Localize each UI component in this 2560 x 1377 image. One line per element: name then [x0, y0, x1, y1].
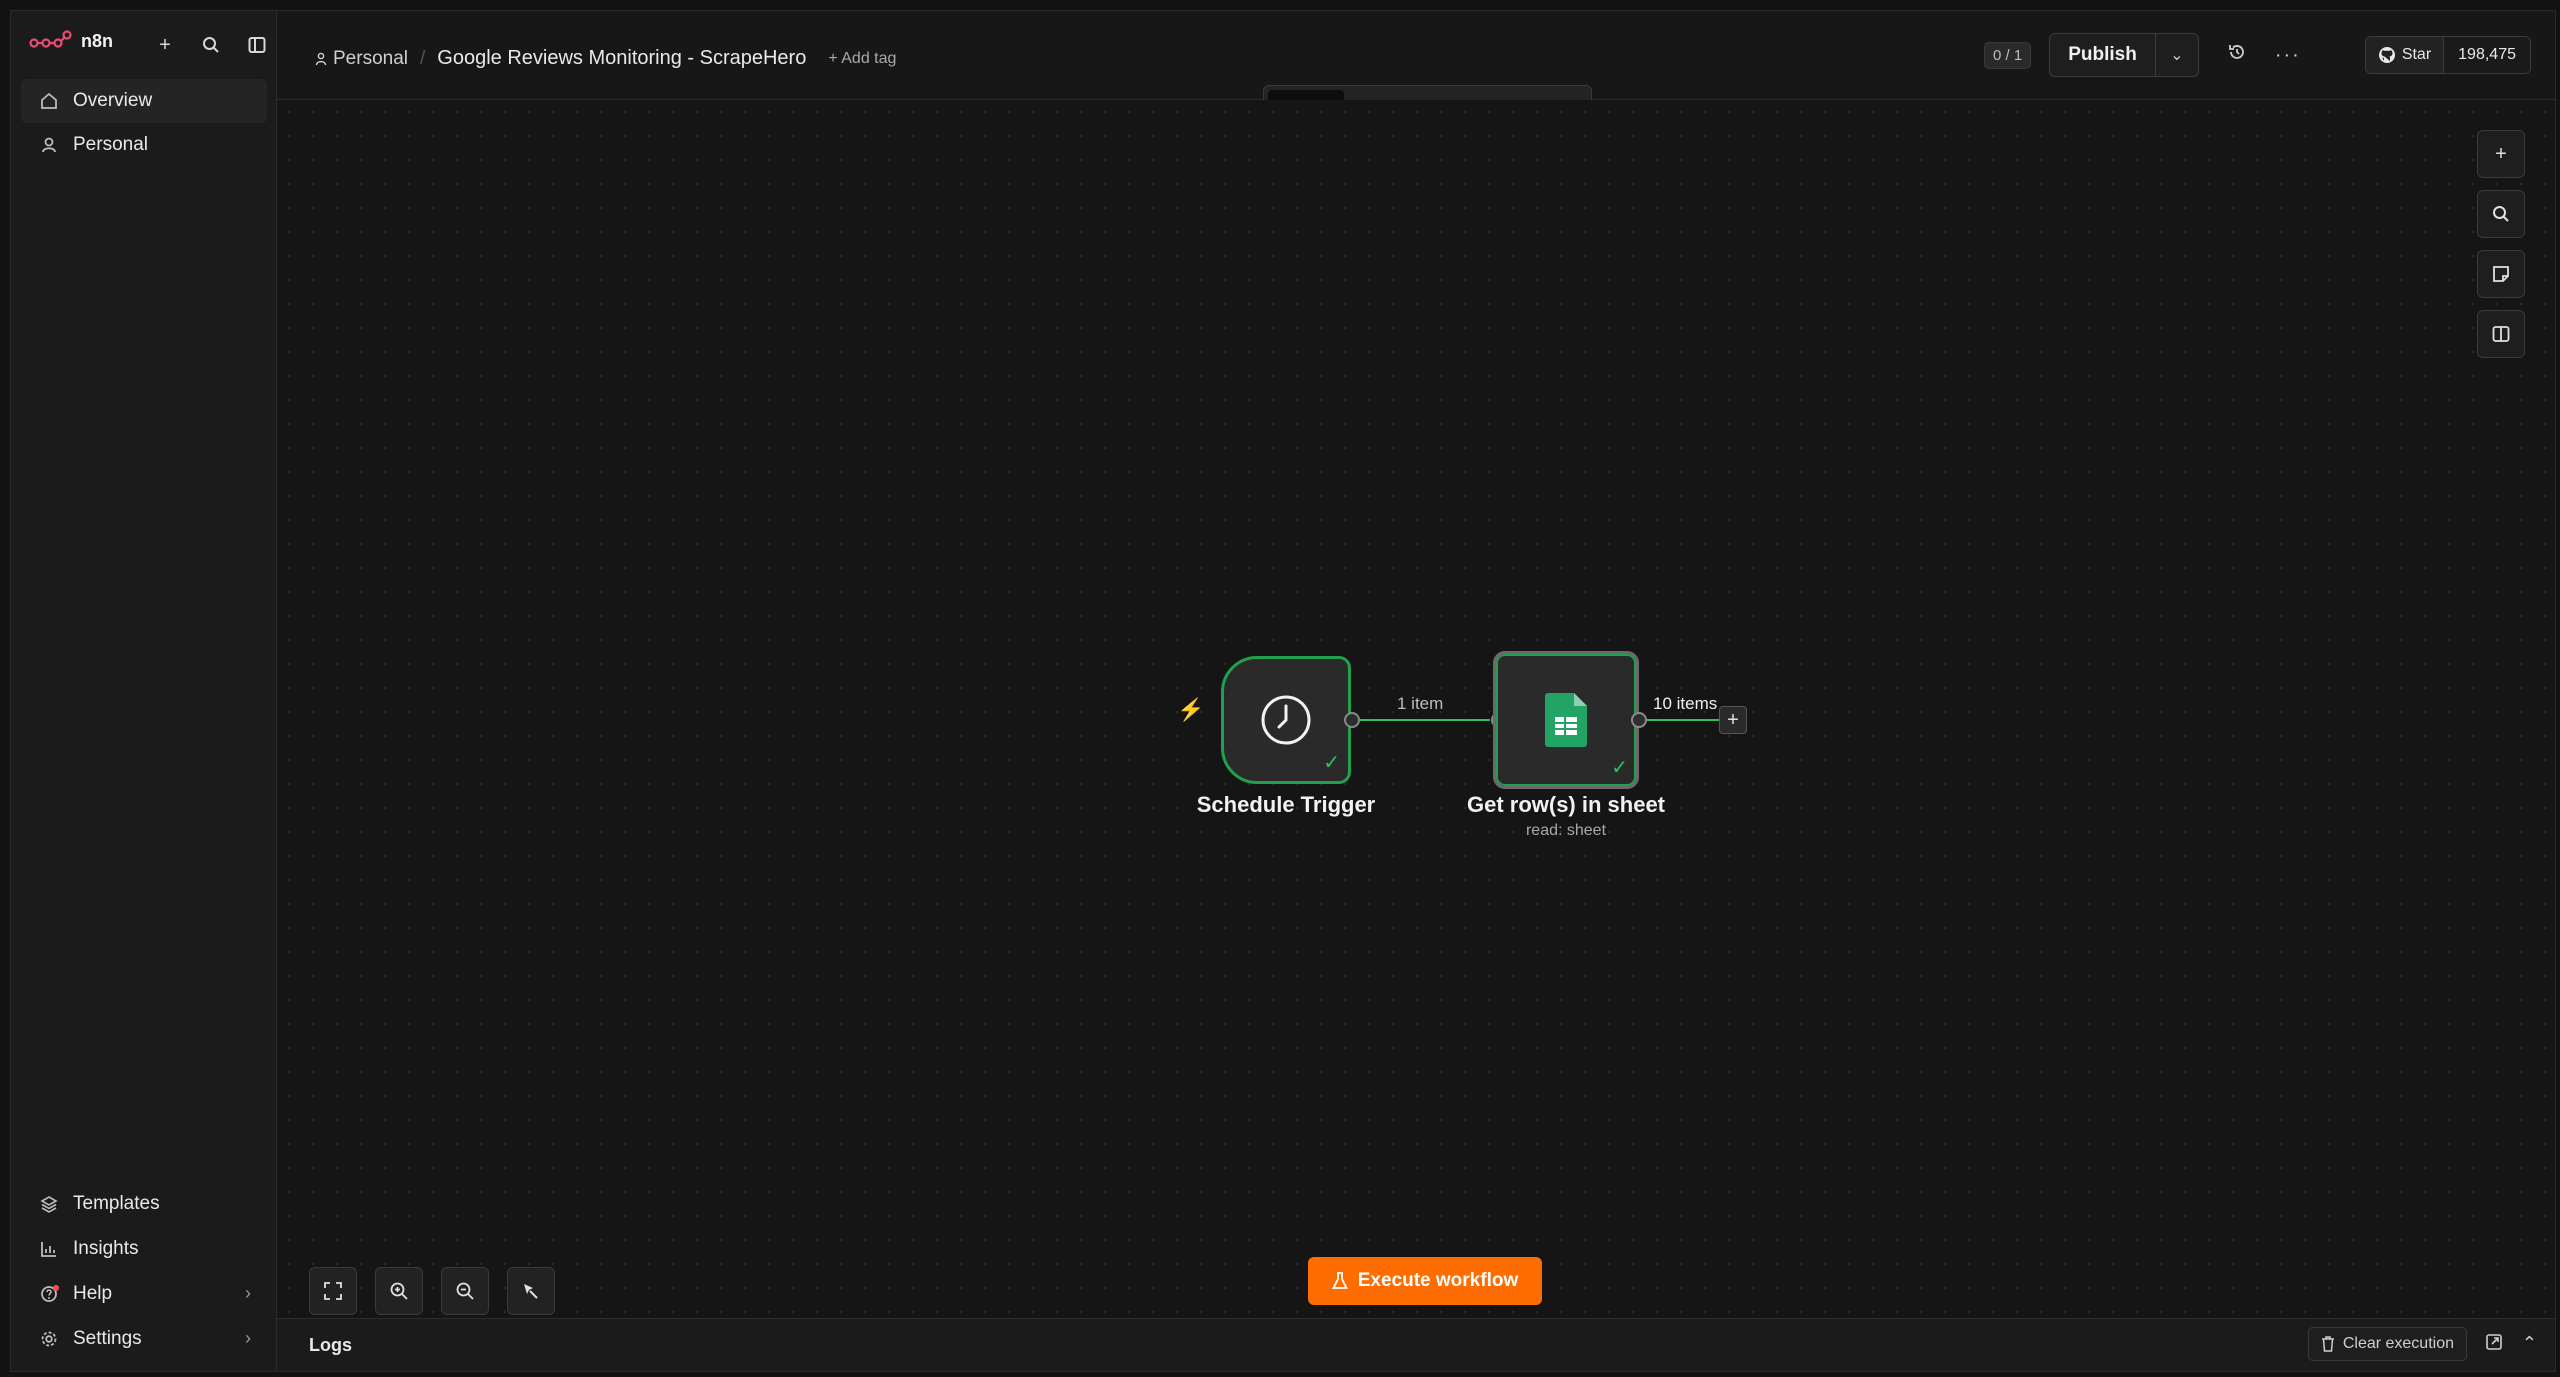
get-rows-sheet-node[interactable]: ✓ — [1493, 651, 1639, 789]
nav-help-label: Help — [73, 1282, 113, 1304]
star-label: Star — [2401, 46, 2432, 63]
notification-dot — [53, 1284, 59, 1291]
google-sheets-icon — [1545, 693, 1587, 747]
nav-templates[interactable]: Templates — [21, 1181, 267, 1226]
version-counter: 0 / 1 — [1984, 41, 2032, 69]
search-icon[interactable] — [199, 33, 223, 57]
clear-execution-label: Clear execution — [2342, 1335, 2454, 1352]
breadcrumb: Personal / Google Reviews Monitoring - S… — [315, 47, 896, 70]
search-icon[interactable] — [2477, 190, 2525, 238]
logs-title: Logs — [309, 1335, 352, 1355]
app-window: n8n + Overview Personal Templates Insigh… — [10, 10, 2556, 1372]
schedule-trigger-node[interactable]: ✓ — [1221, 656, 1351, 784]
publish-button[interactable]: Publish — [2050, 34, 2155, 76]
connection-line[interactable] — [1647, 719, 1719, 721]
tidy-up-icon[interactable] — [507, 1267, 555, 1315]
success-check-icon: ✓ — [1611, 757, 1628, 779]
get-rows-sublabel: read: sheet — [1525, 822, 1607, 839]
github-icon — [2378, 47, 2395, 63]
history-icon[interactable] — [2227, 42, 2247, 68]
user-icon — [39, 135, 59, 155]
project-crumb[interactable]: Personal — [315, 48, 408, 70]
schedule-trigger-label: Schedule Trigger — [1196, 792, 1376, 817]
add-node-icon[interactable]: + — [2477, 130, 2525, 178]
workflow-title[interactable]: Google Reviews Monitoring - ScrapeHero — [437, 47, 806, 70]
logo[interactable]: n8n — [29, 29, 113, 53]
add-next-node-icon[interactable]: + — [1719, 706, 1747, 734]
clock-icon — [1261, 695, 1311, 745]
nav-overview[interactable]: Overview — [21, 79, 267, 123]
user-icon — [315, 52, 327, 65]
main-nav: Overview Personal — [21, 79, 267, 167]
insights-icon — [39, 1239, 59, 1259]
nav-help[interactable]: Help › — [21, 1271, 267, 1316]
execute-workflow-button[interactable]: Execute workflow — [1308, 1257, 1542, 1305]
github-star-button[interactable]: Star 198,475 — [2364, 36, 2531, 74]
chevron-right-icon: › — [245, 1283, 251, 1303]
project-name: Personal — [333, 47, 408, 69]
nav-overview-label: Overview — [73, 90, 153, 111]
canvas-zoom-toolbar — [309, 1267, 555, 1315]
app-name: n8n — [81, 30, 114, 51]
nav-personal-label: Personal — [73, 134, 148, 155]
logs-panel-bar[interactable]: Logs Clear execution ⌃ — [277, 1318, 2555, 1371]
fit-view-icon[interactable] — [309, 1267, 357, 1315]
canvas-right-toolbar: + — [2477, 130, 2525, 358]
chevron-up-icon[interactable]: ⌃ — [2522, 1333, 2537, 1354]
nav-settings-label: Settings — [73, 1327, 142, 1349]
output-handle[interactable] — [1631, 712, 1647, 728]
sticky-note-icon[interactable] — [2477, 250, 2525, 298]
templates-icon — [39, 1194, 59, 1214]
nav-settings[interactable]: Settings › — [21, 1316, 267, 1361]
zoom-out-icon[interactable] — [441, 1267, 489, 1315]
n8n-logo-icon — [29, 30, 72, 48]
pop-out-icon[interactable] — [2485, 1333, 2503, 1356]
edge-item-count: 10 items — [1653, 694, 1718, 713]
execute-workflow-label: Execute workflow — [1357, 1270, 1519, 1291]
bottom-nav: Templates Insights Help › Settings › — [21, 1181, 267, 1361]
connection-line[interactable] — [1360, 719, 1490, 721]
nav-insights-label: Insights — [73, 1237, 139, 1259]
success-check-icon: ✓ — [1323, 752, 1340, 774]
output-handle[interactable] — [1344, 712, 1360, 728]
nav-insights[interactable]: Insights — [21, 1226, 267, 1271]
more-options-icon[interactable]: ··· — [2275, 44, 2301, 67]
edge-item-count: 1 item — [1397, 694, 1444, 713]
get-rows-label: Get row(s) in sheet — [1466, 792, 1666, 817]
breadcrumb-separator: / — [420, 47, 426, 69]
add-icon[interactable]: + — [153, 33, 177, 57]
gear-icon — [39, 1329, 59, 1349]
nav-personal[interactable]: Personal — [21, 123, 267, 167]
github-star-label-wrap: Star — [2365, 37, 2444, 73]
chevron-right-icon: › — [245, 1328, 251, 1348]
trigger-bolt-icon: ⚡ — [1177, 697, 1205, 722]
trash-icon — [2321, 1336, 2334, 1352]
panel-toggle-icon[interactable] — [2477, 310, 2525, 358]
clear-execution-button[interactable]: Clear execution — [2307, 1327, 2467, 1361]
collapse-sidebar-icon[interactable] — [245, 33, 269, 57]
nav-templates-label: Templates — [73, 1192, 160, 1214]
home-icon — [39, 91, 59, 111]
zoom-in-icon[interactable] — [375, 1267, 423, 1315]
chevron-down-icon[interactable]: ⌄ — [2154, 34, 2198, 76]
workflow-canvas[interactable]: + ⚡ ✓ Schedule Trigger 1 item ✓ Get row(… — [277, 100, 2555, 1319]
sidebar: n8n + Overview Personal Templates Insigh… — [11, 11, 277, 1371]
flask-icon — [1331, 1272, 1348, 1289]
publish-button-group: Publish ⌄ — [2049, 33, 2199, 77]
star-count: 198,475 — [2443, 37, 2530, 73]
add-tag-button[interactable]: + Add tag — [828, 50, 896, 68]
